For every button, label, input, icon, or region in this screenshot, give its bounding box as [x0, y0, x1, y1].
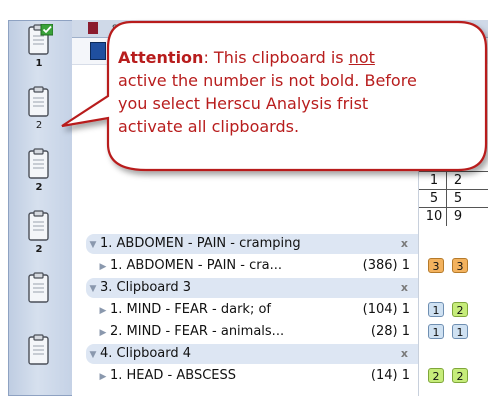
- callout-text-part1: : This clipboard is: [203, 48, 349, 67]
- clipboard-number: 2: [35, 120, 43, 131]
- rubric-label: 1. MIND - FEAR - dark; of: [110, 302, 271, 317]
- clipboard-5[interactable]: [20, 272, 58, 306]
- toolbar-book-icon[interactable]: [90, 42, 106, 60]
- rubric-label: 1. HEAD - ABSCESS: [110, 368, 237, 383]
- clipboard-4[interactable]: 2: [20, 210, 58, 256]
- close-icon[interactable]: x: [401, 234, 408, 254]
- clipboard-number: 1: [35, 58, 43, 69]
- callout-text-underlined: not: [348, 48, 375, 67]
- grade-badge: 1: [428, 302, 444, 317]
- tree-item[interactable]: ▶ 1. ABDOMEN - PAIN - cra... (386) 1: [72, 256, 418, 276]
- grid-cell: 10: [425, 209, 443, 224]
- grid-cell: 9: [453, 209, 463, 224]
- callout-message: Attention: This clipboard is not active …: [118, 46, 424, 138]
- grade-badge: 3: [428, 258, 444, 273]
- clipboard-tree: ▼ 1. ABDOMEN - PAIN - cramping x ▶ 1. ABDOME…: [72, 232, 418, 396]
- app-icon: [88, 22, 98, 34]
- clipboard-icon: [28, 24, 53, 55]
- rubric-label: 2. MIND - FEAR - animals...: [110, 324, 285, 339]
- grid-cell: 5: [429, 191, 439, 206]
- expand-down-icon[interactable]: ▼: [86, 279, 100, 299]
- clipboard-icon: [28, 272, 49, 303]
- tree-item[interactable]: ▶ 1. MIND - FEAR - dark; of (104) 1: [72, 300, 418, 320]
- group-label: 1. ABDOMEN - PAIN - cramping: [100, 236, 301, 251]
- callout-text-part2: active the number is not bold. Before yo…: [118, 71, 417, 136]
- close-icon[interactable]: x: [401, 344, 408, 364]
- expand-right-icon[interactable]: ▶: [96, 257, 110, 277]
- tree-item[interactable]: ▶ 2. MIND - FEAR - animals... (28) 1: [72, 322, 418, 342]
- clipboard-2[interactable]: 2: [20, 86, 58, 132]
- grid-line: [419, 171, 488, 172]
- expand-right-icon[interactable]: ▶: [96, 323, 110, 343]
- grid-line: [419, 207, 488, 208]
- group-label: 4. Clipboard 4: [100, 346, 192, 361]
- expand-right-icon[interactable]: ▶: [96, 301, 110, 321]
- tree-group[interactable]: ▼ 3. Clipboard 3 x: [86, 278, 418, 298]
- rubric-count: (28) 1: [370, 324, 410, 339]
- rubric-label: 1. ABDOMEN - PAIN - cra...: [110, 258, 282, 273]
- clipboard-number: 2: [35, 244, 43, 255]
- clipboard-number: 2: [35, 182, 43, 193]
- clipboard-1[interactable]: 1: [20, 24, 58, 70]
- grade-badge: 1: [452, 324, 468, 339]
- analysis-grid-panel: 1 2 5 5 10 9: [418, 64, 488, 396]
- grade-badge: 2: [428, 368, 444, 383]
- clipboard-list: 1 2 2 2: [8, 0, 72, 396]
- clipboard-icon: [28, 334, 49, 365]
- callout-attention-label: Attention: [118, 48, 204, 67]
- clipboard-6[interactable]: [20, 334, 58, 368]
- grid-line: [446, 172, 447, 226]
- grid-line: [419, 189, 488, 190]
- tree-group[interactable]: ▼ 1. ABDOMEN - PAIN - cramping x: [86, 234, 418, 254]
- close-icon[interactable]: x: [401, 278, 408, 298]
- rubric-count: (386) 1: [362, 258, 410, 273]
- clipboard-3[interactable]: 2: [20, 148, 58, 194]
- grade-badge: 2: [452, 368, 468, 383]
- rubric-count: (104) 1: [362, 302, 410, 317]
- clipboard-icon: [28, 210, 49, 241]
- rubric-count: (14) 1: [370, 368, 410, 383]
- expand-down-icon[interactable]: ▼: [86, 345, 100, 365]
- clipboard-icon: [28, 86, 49, 117]
- window-title: Synthesis Treasure Edition 2009V (SCHROY…: [72, 20, 488, 38]
- expand-down-icon[interactable]: ▼: [86, 235, 100, 255]
- grid-cell: 1: [429, 173, 439, 188]
- clipboard-icon: [28, 148, 49, 179]
- expand-right-icon[interactable]: ▶: [96, 367, 110, 387]
- grid-cell: 2: [453, 173, 463, 188]
- grid-cell: 5: [453, 191, 463, 206]
- grade-badge: 2: [452, 302, 468, 317]
- group-label: 3. Clipboard 3: [100, 280, 192, 295]
- grade-badge: 3: [452, 258, 468, 273]
- grade-badge: 1: [428, 324, 444, 339]
- tree-item[interactable]: ▶ 1. HEAD - ABSCESS (14) 1: [72, 366, 418, 386]
- tree-group[interactable]: ▼ 4. Clipboard 4 x: [86, 344, 418, 364]
